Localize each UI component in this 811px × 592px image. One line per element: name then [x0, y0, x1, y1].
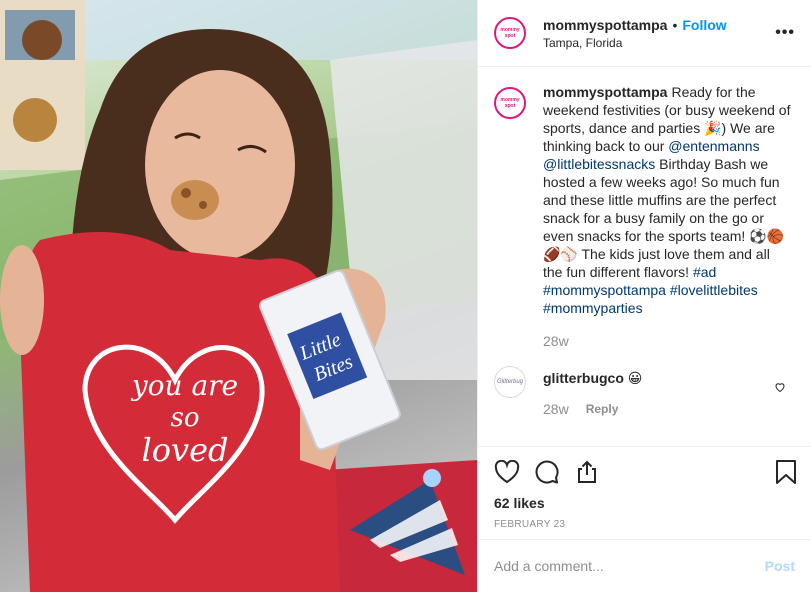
author-avatar[interactable]: mommy spot: [494, 17, 526, 49]
add-comment-bar: Post: [478, 539, 811, 592]
like-heart-icon[interactable]: [494, 460, 520, 484]
comment-time-ago[interactable]: 28w: [543, 401, 569, 417]
shirt-text: you are so loved: [100, 369, 270, 469]
post-side-panel: mommy spot mommyspottampa • Follow Tampa,…: [477, 0, 811, 592]
follow-button[interactable]: Follow: [682, 17, 726, 33]
mention-entenmanns[interactable]: @entenmanns: [668, 138, 759, 154]
comment-text: 😀: [627, 370, 643, 386]
post-actions: 62 likes FEBRUARY 23: [478, 446, 811, 539]
shirt-text-line-3: loved: [141, 431, 229, 469]
post-header: mommy spot mommyspottampa • Follow Tampa,…: [478, 0, 811, 67]
bookmark-icon[interactable]: [775, 459, 797, 488]
action-icons: [494, 457, 795, 487]
comment-bubble-icon[interactable]: [534, 459, 560, 485]
commenter-username[interactable]: glitterbugco: [543, 370, 624, 386]
hashtag-lovelittlebites[interactable]: #lovelittlebites: [670, 282, 758, 298]
hashtag-ad[interactable]: #ad: [693, 264, 716, 280]
mention-littlebitessnacks[interactable]: @littlebitessnacks: [543, 156, 655, 172]
separator-dot: •: [672, 16, 678, 33]
author-avatar-logo: mommy spot: [499, 22, 521, 44]
caption: mommy spot mommyspottampa Ready for the we…: [478, 67, 811, 350]
caption-avatar[interactable]: mommy spot: [494, 87, 526, 119]
author-username[interactable]: mommyspottampa: [543, 17, 667, 33]
comment-like-heart-icon[interactable]: [774, 380, 786, 396]
post-date[interactable]: FEBRUARY 23: [494, 519, 795, 530]
more-options-icon[interactable]: •••: [775, 24, 795, 42]
reply-button[interactable]: Reply: [586, 402, 619, 416]
shirt-text-line-2: so: [170, 403, 200, 433]
share-icon[interactable]: [574, 459, 600, 485]
post-photo-illustration: Little Bites: [0, 0, 477, 592]
caption-body-2: Birthday Bash we hosted a few weeks ago!…: [543, 156, 785, 280]
post-photo[interactable]: Little Bites you are so loved: [0, 0, 477, 592]
comment-item: Glitterbug glitterbugco 😀 28w Reply: [478, 350, 811, 417]
hashtag-mommyparties[interactable]: #mommyparties: [543, 300, 643, 316]
post-location[interactable]: Tampa, Florida: [543, 36, 727, 50]
commenter-avatar[interactable]: Glitterbug: [494, 366, 526, 398]
shirt-text-line-1: you are: [131, 369, 239, 402]
instagram-post: Little Bites you are so loved mommyspot: [0, 0, 811, 592]
caption-username[interactable]: mommyspottampa: [543, 84, 667, 100]
add-comment-input[interactable]: [494, 558, 734, 574]
comment-content: glitterbugco 😀 28w Reply: [543, 364, 642, 417]
hashtag-mommyspottampa[interactable]: #mommyspottampa: [543, 282, 666, 298]
post-comment-button[interactable]: Post: [765, 558, 795, 574]
post-header-text: mommyspottampa • Follow Tampa, Florida: [543, 17, 727, 50]
caption-time-ago[interactable]: 28w: [543, 332, 791, 350]
caption-text: mommyspottampa Ready for the weekend fest…: [543, 83, 791, 350]
comments-body: mommy spot mommyspottampa Ready for the we…: [478, 67, 811, 446]
caption-avatar-logo: mommy spot: [499, 92, 521, 114]
likes-count[interactable]: 62 likes: [494, 495, 795, 511]
